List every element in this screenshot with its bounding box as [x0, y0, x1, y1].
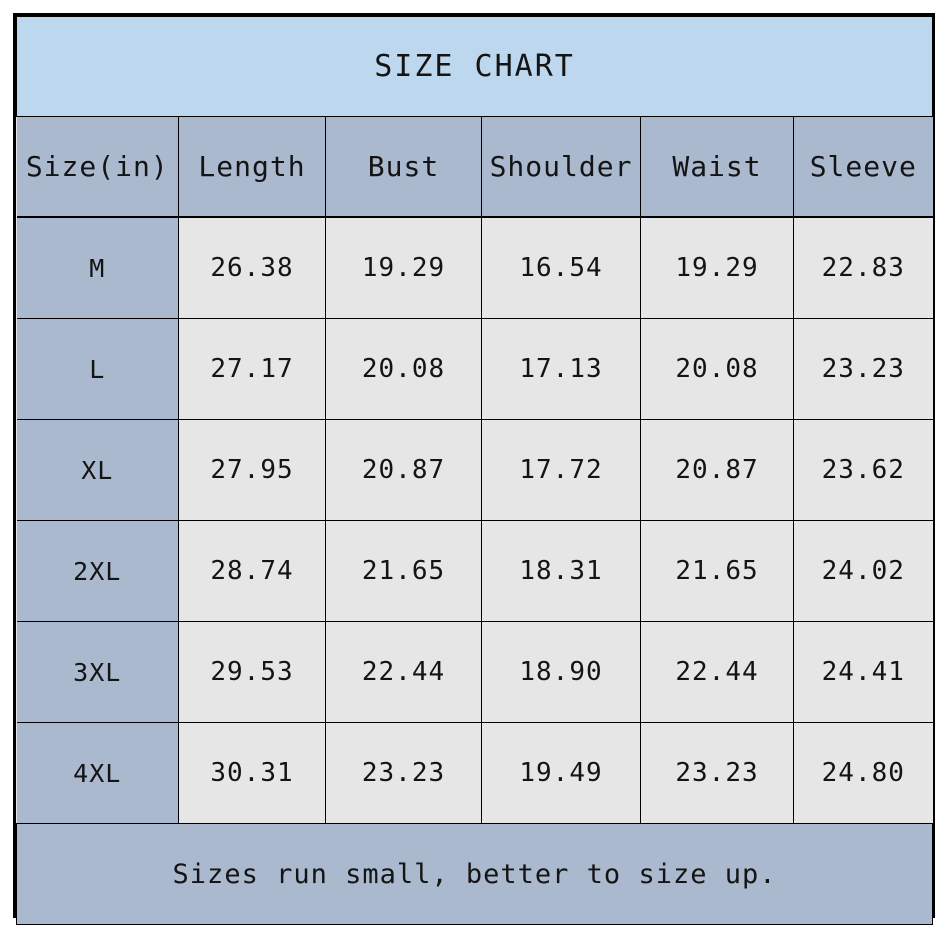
column-header-length: Length — [178, 116, 326, 218]
footer-row: Sizes run small, better to size up. — [15, 823, 934, 925]
cell-shoulder: 17.72 — [481, 419, 641, 521]
column-header-bust: Bust — [325, 116, 482, 218]
column-header-shoulder: Shoulder — [481, 116, 641, 218]
cell-shoulder: 16.54 — [481, 216, 641, 319]
page-title: SIZE CHART — [15, 16, 934, 117]
cell-waist: 20.87 — [640, 419, 794, 521]
size-chart-container: SIZE CHART Size(in) Length Bust Shoulder… — [13, 13, 935, 925]
cell-length: 30.31 — [178, 722, 326, 824]
title-row: SIZE CHART — [15, 16, 934, 117]
table-header-row: Size(in) Length Bust Shoulder Waist Slee… — [16, 116, 933, 218]
column-header-waist: Waist — [640, 116, 794, 218]
table-row: 3XL 29.53 22.44 18.90 22.44 24.41 — [16, 621, 933, 723]
cell-length: 28.74 — [178, 520, 326, 622]
cell-length: 27.95 — [178, 419, 326, 521]
cell-shoulder: 19.49 — [481, 722, 641, 824]
size-chart-table: SIZE CHART Size(in) Length Bust Shoulder… — [15, 16, 934, 925]
cell-size: M — [16, 216, 179, 319]
cell-length: 26.38 — [178, 216, 326, 319]
cell-sleeve: 24.80 — [792, 722, 933, 824]
cell-length: 29.53 — [178, 621, 326, 723]
cell-waist: 23.23 — [640, 722, 794, 824]
cell-sleeve: 23.62 — [792, 419, 933, 521]
cell-size: 3XL — [16, 621, 179, 723]
cell-bust: 20.87 — [325, 419, 482, 521]
cell-length: 27.17 — [178, 318, 326, 420]
cell-sleeve: 22.83 — [792, 216, 933, 319]
cell-waist: 22.44 — [640, 621, 794, 723]
cell-size: L — [16, 318, 179, 420]
cell-bust: 22.44 — [325, 621, 482, 723]
table-row: 2XL 28.74 21.65 18.31 21.65 24.02 — [16, 520, 933, 622]
cell-waist: 20.08 — [640, 318, 794, 420]
table-row: XL 27.95 20.87 17.72 20.87 23.62 — [16, 419, 933, 521]
cell-sleeve: 23.23 — [792, 318, 933, 420]
cell-bust: 20.08 — [325, 318, 482, 420]
cell-sleeve: 24.02 — [792, 520, 933, 622]
cell-bust: 19.29 — [325, 216, 482, 319]
cell-sleeve: 24.41 — [792, 621, 933, 723]
table-row: 4XL 30.31 23.23 19.49 23.23 24.80 — [16, 722, 933, 824]
cell-shoulder: 17.13 — [481, 318, 641, 420]
cell-size: XL — [16, 419, 179, 521]
cell-size: 4XL — [16, 722, 179, 824]
cell-bust: 23.23 — [325, 722, 482, 824]
cell-waist: 19.29 — [640, 216, 794, 319]
cell-shoulder: 18.31 — [481, 520, 641, 622]
column-header-sleeve: Sleeve — [792, 116, 933, 218]
cell-shoulder: 18.90 — [481, 621, 641, 723]
table-row: L 27.17 20.08 17.13 20.08 23.23 — [16, 318, 933, 420]
size-note: Sizes run small, better to size up. — [15, 823, 934, 925]
cell-waist: 21.65 — [640, 520, 794, 622]
table-row: M 26.38 19.29 16.54 19.29 22.83 — [16, 216, 933, 319]
cell-size: 2XL — [16, 520, 179, 622]
column-header-size: Size(in) — [16, 116, 179, 218]
cell-bust: 21.65 — [325, 520, 482, 622]
